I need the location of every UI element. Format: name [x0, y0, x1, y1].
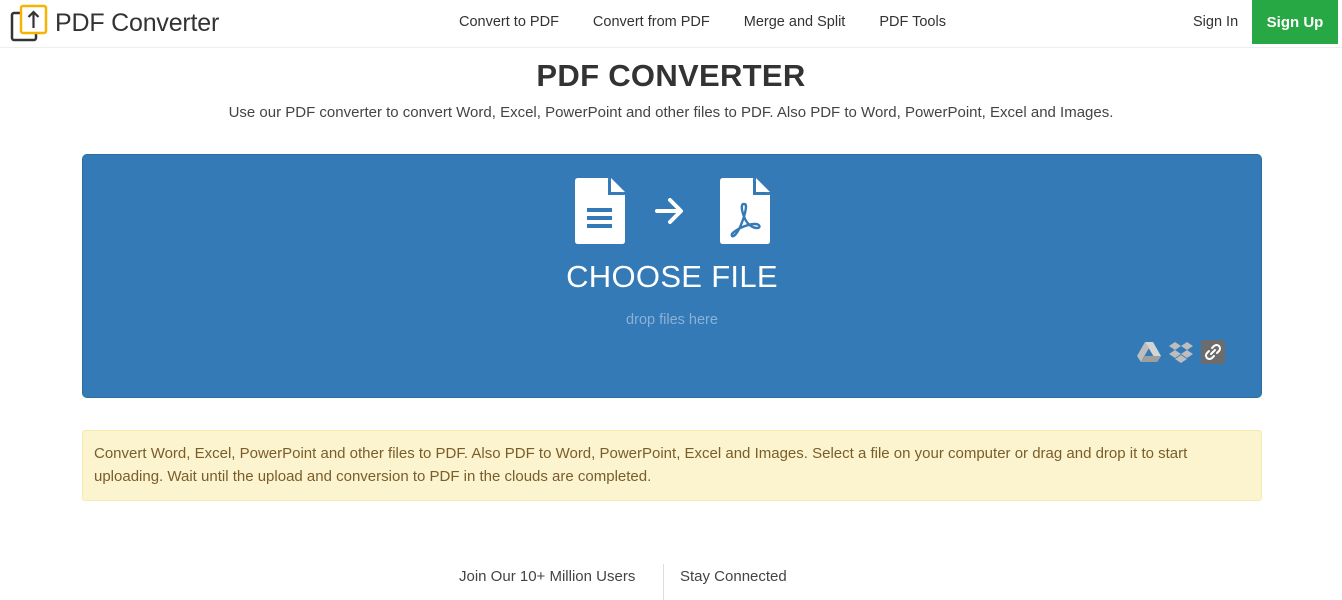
pdf-file-icon: [720, 178, 770, 244]
info-alert: Convert Word, Excel, PowerPoint and othe…: [82, 430, 1262, 501]
logo-icon: [10, 4, 48, 42]
main-nav: Convert to PDF Convert from PDF Merge an…: [442, 0, 963, 44]
nav-pdf-tools[interactable]: PDF Tools: [862, 14, 963, 30]
page-subtitle: Use our PDF converter to convert Word, E…: [228, 104, 1114, 121]
document-icon: [575, 178, 625, 244]
footer-stay-connected: Stay Connected: [680, 568, 787, 585]
arrow-right-icon: [655, 198, 683, 224]
nav-convert-from-pdf[interactable]: Convert from PDF: [576, 14, 727, 30]
file-dropzone[interactable]: CHOOSE FILE drop files here: [82, 154, 1262, 398]
site-logo[interactable]: PDF Converter: [10, 3, 219, 43]
google-drive-icon[interactable]: [1137, 340, 1161, 364]
sign-up-button[interactable]: Sign Up: [1252, 0, 1338, 44]
sign-in-link[interactable]: Sign In: [1180, 0, 1251, 44]
cloud-sources: [1137, 340, 1225, 364]
drop-files-hint: drop files here: [626, 312, 718, 328]
dropbox-icon[interactable]: [1169, 340, 1193, 364]
link-icon[interactable]: [1201, 340, 1225, 364]
footer-join-users: Join Our 10+ Million Users: [459, 568, 636, 585]
page-footer: Join Our 10+ Million Users Stay Connecte…: [0, 564, 1342, 600]
logo-text: PDF Converter: [55, 8, 220, 37]
footer-divider: [663, 564, 664, 600]
nav-convert-to-pdf[interactable]: Convert to PDF: [442, 14, 576, 30]
nav-merge-and-split[interactable]: Merge and Split: [727, 14, 863, 30]
page-title: PDF CONVERTER: [536, 58, 806, 93]
top-navbar: PDF Converter Convert to PDF Convert fro…: [0, 0, 1342, 48]
conversion-illustration: [575, 178, 771, 244]
choose-file-label[interactable]: CHOOSE FILE: [83, 259, 1261, 295]
